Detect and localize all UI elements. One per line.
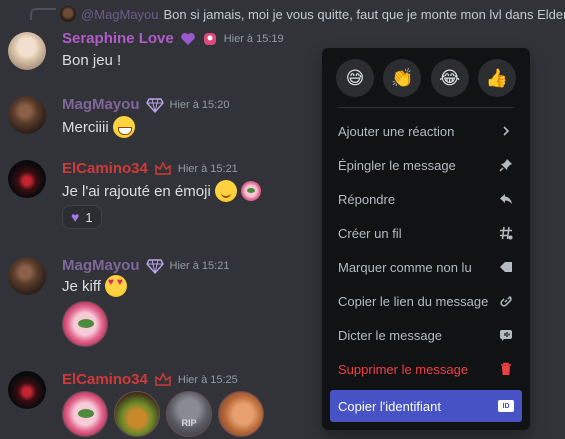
crown-badge-icon bbox=[155, 371, 171, 386]
timestamp: Hier à 15:21 bbox=[169, 259, 230, 272]
menu-item-label: Supprimer le message bbox=[338, 361, 469, 377]
heart-badge-icon bbox=[180, 32, 195, 45]
quick-reaction-sweat-smile[interactable]: 😅 bbox=[336, 59, 374, 97]
menu-item-label: Ajouter une réaction bbox=[338, 123, 455, 139]
heart-big-emoji-icon bbox=[62, 301, 108, 347]
menu-item-speak[interactable]: Dicter le message bbox=[330, 318, 522, 352]
thread-icon bbox=[498, 225, 514, 241]
quick-reaction-thumbs-up[interactable]: 👍 bbox=[477, 59, 516, 97]
purple-heart-icon: ♥ bbox=[71, 209, 80, 225]
role-badge-icon bbox=[203, 32, 216, 45]
reply-author[interactable]: @MagMayou bbox=[81, 7, 159, 22]
author-name[interactable]: MagMayou bbox=[62, 257, 140, 274]
menu-item-label: Épingler le message bbox=[338, 157, 456, 173]
chevron-right-icon bbox=[498, 123, 514, 139]
timestamp: Hier à 15:21 bbox=[177, 162, 238, 175]
avatar[interactable] bbox=[8, 371, 46, 409]
author-name[interactable]: Seraphine Love bbox=[62, 30, 174, 47]
pin-icon bbox=[498, 157, 514, 173]
speak-icon bbox=[498, 327, 514, 343]
crown-badge-icon bbox=[155, 160, 171, 175]
menu-item-add-reaction[interactable]: Ajouter une réaction bbox=[330, 114, 522, 148]
timestamp: Hier à 15:19 bbox=[223, 32, 284, 45]
message-text: Bon jeu ! bbox=[62, 52, 122, 69]
rip-label: RIP bbox=[181, 418, 197, 428]
quick-reaction-joy[interactable]: 😂 bbox=[430, 59, 469, 97]
menu-item-pin[interactable]: Épingler le message bbox=[330, 148, 522, 182]
reply-connector bbox=[30, 8, 56, 20]
author-name[interactable]: ElCamino34 bbox=[62, 371, 148, 388]
timestamp: Hier à 15:20 bbox=[169, 98, 230, 111]
link-icon bbox=[498, 293, 514, 309]
menu-item-label: Copier l'identifiant bbox=[338, 398, 441, 414]
turkey-big-emoji-icon bbox=[114, 391, 160, 437]
grin-emoji-icon bbox=[112, 116, 135, 138]
menu-item-label: Marquer comme non lu bbox=[338, 259, 472, 275]
menu-item-label: Dicter le message bbox=[338, 327, 443, 343]
smile-emoji-icon bbox=[214, 180, 237, 202]
menu-item-reply[interactable]: Répondre bbox=[330, 182, 522, 216]
menu-item-copy-link[interactable]: Copier le lien du message bbox=[330, 284, 522, 318]
menu-item-label: Créer un fil bbox=[338, 225, 402, 241]
avatar[interactable] bbox=[8, 160, 46, 198]
trash-icon bbox=[498, 361, 514, 377]
menu-item-create-thread[interactable]: Créer un fil bbox=[330, 216, 522, 250]
menu-item-mark-unread[interactable]: Marquer comme non lu bbox=[330, 250, 522, 284]
diamond-badge-icon bbox=[145, 258, 164, 274]
timestamp: Hier à 15:25 bbox=[177, 373, 238, 386]
message-context-menu: 😅 👏 😂 👍 Ajouter une réaction Épingler le… bbox=[322, 48, 530, 430]
heart-big-emoji-icon bbox=[62, 391, 108, 437]
quick-reaction-clap[interactable]: 👏 bbox=[383, 59, 422, 97]
menu-divider bbox=[338, 107, 514, 108]
message-text: Je l'ai rajouté en émoji bbox=[62, 182, 211, 200]
reply-text: Bon si jamais, moi je vous quitte, faut … bbox=[163, 6, 565, 22]
message-text: Je kiff bbox=[62, 277, 101, 295]
reply-preview[interactable]: @MagMayou Bon si jamais, moi je vous qui… bbox=[60, 4, 565, 24]
message-text: Merciiii bbox=[62, 118, 109, 136]
heart-emoji-icon bbox=[240, 181, 261, 201]
menu-item-label: Copier le lien du message bbox=[338, 293, 489, 309]
heart-eyes-emoji-icon bbox=[104, 275, 127, 297]
reaction-count: 1 bbox=[85, 209, 93, 225]
quick-reactions: 😅 👏 😂 👍 bbox=[330, 56, 522, 103]
menu-item-label: Répondre bbox=[338, 191, 396, 207]
author-name[interactable]: ElCamino34 bbox=[62, 160, 148, 177]
unread-icon bbox=[498, 259, 514, 275]
thumbs-up-big-emoji-icon bbox=[218, 391, 264, 437]
author-name[interactable]: MagMayou bbox=[62, 96, 140, 113]
id-icon: ID bbox=[498, 400, 514, 412]
reaction-chip[interactable]: ♥ 1 bbox=[62, 205, 102, 229]
diamond-badge-icon bbox=[145, 97, 164, 113]
reply-icon bbox=[498, 191, 514, 207]
menu-item-delete[interactable]: Supprimer le message bbox=[330, 352, 522, 386]
reply-avatar bbox=[60, 6, 76, 22]
avatar[interactable] bbox=[8, 96, 46, 134]
avatar[interactable] bbox=[8, 257, 46, 295]
menu-item-copy-id[interactable]: Copier l'identifiant ID bbox=[330, 390, 522, 422]
rip-big-emoji-icon: RIP bbox=[166, 391, 212, 437]
avatar[interactable] bbox=[8, 32, 46, 70]
